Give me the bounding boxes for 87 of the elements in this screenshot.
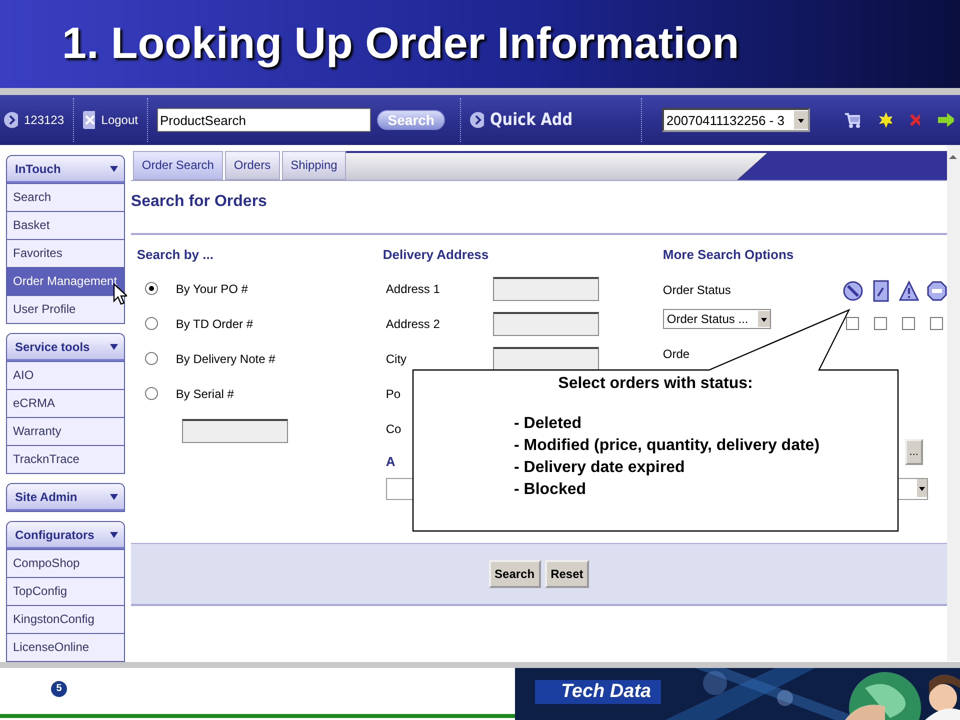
dropdown-icon[interactable]: [916, 479, 927, 497]
no-entry-icon: [842, 279, 863, 303]
radio-button[interactable]: [144, 317, 158, 330]
serial-field[interactable]: [182, 419, 288, 443]
section-title: Site Admin: [15, 490, 78, 504]
tab[interactable]: Shipping: [282, 151, 346, 180]
sidebar-section-header[interactable]: Service tools: [7, 334, 124, 361]
user-id: 123123: [24, 113, 64, 127]
scrollbar[interactable]: [946, 145, 960, 661]
sidebar-item[interactable]: AIO: [7, 361, 124, 389]
sidebar-item[interactable]: User Profile: [7, 295, 124, 323]
checkbox[interactable]: [930, 317, 944, 330]
product-search-field[interactable]: ProductSearch: [156, 108, 372, 132]
section-title: Service tools: [15, 340, 90, 354]
radio-label: By Your PO #: [176, 282, 248, 296]
radio-button[interactable]: [144, 282, 158, 295]
caret-icon: [110, 166, 118, 172]
radio-label: By TD Order #: [176, 316, 254, 330]
field-label: City: [386, 352, 408, 366]
company-logo: Tech Data: [535, 680, 662, 704]
address-field[interactable]: [492, 346, 599, 370]
section-title: More Search Options: [662, 246, 795, 264]
sidebar-item[interactable]: Favorites: [7, 239, 124, 267]
cart-icon[interactable]: [844, 111, 860, 129]
caret-icon: [110, 344, 118, 350]
form-button[interactable]: Reset: [544, 560, 590, 588]
browse-button[interactable]: ...: [904, 439, 923, 465]
order-status-select[interactable]: Order Status ...: [662, 309, 771, 329]
field-label: Po: [386, 386, 402, 400]
section-title: A: [384, 453, 396, 471]
chevron-icon[interactable]: [4, 112, 18, 128]
page-number: 5: [51, 681, 67, 697]
sidebar-section-header[interactable]: InTouch: [7, 156, 124, 183]
field-label: Address 2: [386, 316, 441, 330]
tab[interactable]: Orders: [224, 151, 280, 180]
radio-button[interactable]: [144, 352, 158, 365]
callout-list-item: - Modified (price, quantity, delivery date): [514, 436, 820, 456]
close-icon[interactable]: [83, 111, 96, 129]
tab[interactable]: Order Search: [132, 151, 223, 180]
sidebar-item[interactable]: Basket: [7, 211, 124, 239]
checkbox[interactable]: [846, 317, 860, 330]
section-title: Configurators: [15, 528, 94, 542]
page-heading: Search for Orders: [130, 193, 268, 212]
dropdown-icon[interactable]: [758, 311, 770, 327]
document-icon: [870, 279, 891, 303]
caret-icon: [110, 494, 118, 500]
checkbox[interactable]: [874, 317, 888, 330]
section-title: InTouch: [15, 162, 61, 176]
sidebar-item[interactable]: eCRMA: [7, 389, 124, 417]
quick-add-label: Quick Add: [490, 110, 573, 130]
sidebar-item[interactable]: TracknTrace: [7, 445, 124, 473]
sidebar-item[interactable]: TopConfig: [7, 577, 124, 605]
callout-list-item: - Blocked: [514, 480, 586, 500]
callout-list-item: - Delivery date expired: [514, 458, 685, 478]
sidebar-item[interactable]: Search: [7, 183, 124, 211]
caret-icon: [110, 532, 118, 538]
slide-title: 1. Looking Up Order Information: [62, 19, 740, 69]
radio-button[interactable]: [144, 387, 158, 400]
field-label: Co: [386, 422, 402, 436]
field-label: Address 1: [386, 282, 441, 296]
sidebar-item[interactable]: Warranty: [7, 417, 124, 445]
field-label: Order Status: [662, 283, 732, 297]
section-title: Delivery Address: [382, 246, 490, 264]
form-button[interactable]: Search: [488, 560, 541, 588]
radio-label: By Delivery Note #: [176, 352, 276, 366]
radio-label: By Serial #: [176, 386, 234, 400]
checkbox[interactable]: [902, 317, 916, 330]
arrow-right-icon[interactable]: [938, 113, 954, 127]
callout-title: Select orders with status:: [557, 375, 754, 393]
sidebar-item[interactable]: CompoShop: [7, 549, 124, 577]
sidebar-item[interactable]: LicenseOnline: [7, 633, 124, 661]
field-label: Orde: [662, 347, 691, 361]
callout-list-item: - Deleted: [514, 414, 582, 434]
warning-icon: [898, 279, 919, 303]
basket-select[interactable]: 20070411132256 - 3: [662, 108, 810, 132]
sidebar-section-header[interactable]: Configurators: [7, 522, 124, 549]
star-icon[interactable]: [878, 112, 892, 128]
chevron-icon[interactable]: [470, 112, 484, 128]
address-field[interactable]: [492, 312, 599, 336]
dropdown-icon[interactable]: [794, 111, 808, 129]
logout-link[interactable]: Logout: [101, 113, 138, 127]
sidebar-section-header[interactable]: Site Admin: [7, 484, 124, 511]
sidebar-item[interactable]: KingstonConfig: [7, 605, 124, 633]
address-field[interactable]: [492, 276, 599, 300]
sidebar-item[interactable]: Order Management: [7, 267, 124, 295]
section-title: Search by ...: [136, 246, 214, 264]
stop-sign-icon: [926, 279, 947, 303]
